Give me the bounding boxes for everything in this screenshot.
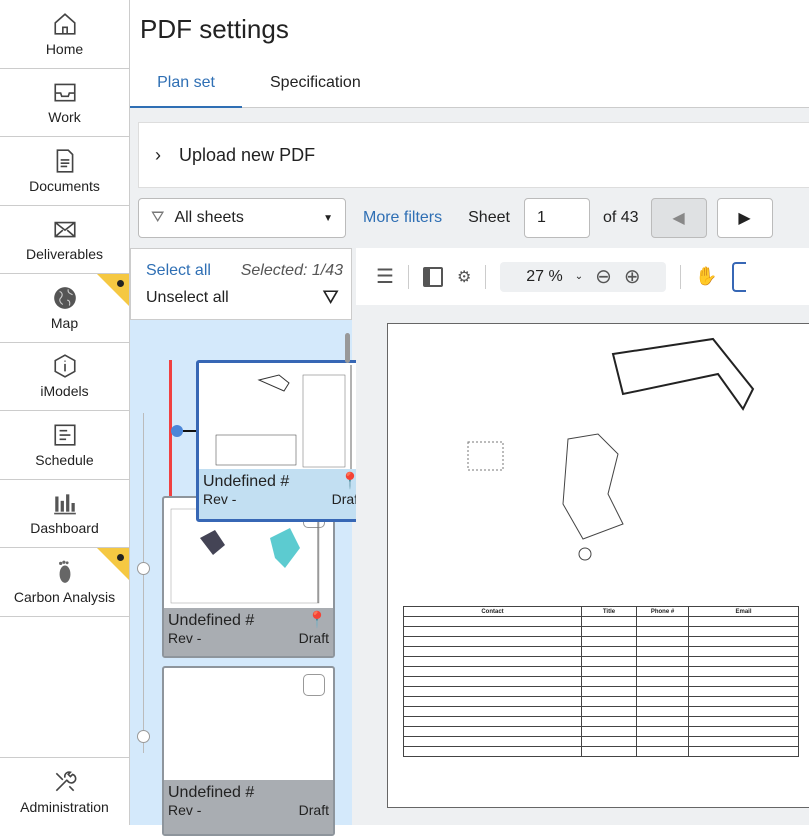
zoom-level[interactable]: 27 %: [526, 268, 562, 286]
list-scrollbar[interactable]: [345, 333, 350, 363]
chevron-right-icon: ›: [155, 144, 161, 165]
caret-down-icon: ▼: [323, 212, 333, 224]
tools-icon: [55, 770, 76, 791]
menu-icon[interactable]: ☰: [376, 264, 394, 289]
nav-label: Carbon Analysis: [13, 588, 116, 605]
pdf-viewer: ☰ ⚙ 27 % ⌄ ⊖ ⊕ ✋ Contact Title Phone # Email: [356, 248, 809, 825]
globe-icon: [53, 286, 76, 309]
schedule-icon: [53, 424, 76, 446]
zoom-out-icon[interactable]: ⊖: [595, 264, 612, 289]
timeline-line: [143, 413, 144, 753]
nav-map[interactable]: Map: [0, 274, 129, 343]
select-tool-icon[interactable]: [731, 261, 746, 292]
footprint-icon: [58, 560, 70, 583]
more-filters-link[interactable]: More filters: [363, 209, 442, 227]
card-meta: Undefined # 📍 Rev - Draft: [199, 469, 366, 519]
sheet-name: Undefined #: [203, 473, 290, 490]
table-header: Phone #: [636, 606, 689, 617]
nav-imodels[interactable]: iModels: [0, 343, 129, 411]
tab-plan-set[interactable]: Plan set: [130, 74, 242, 108]
pan-hand-icon[interactable]: ✋: [695, 266, 717, 287]
table-header: Email: [688, 606, 799, 617]
timeline-dot: [137, 562, 150, 575]
filter-icon: ⛛: [151, 209, 165, 226]
document-settings-icon[interactable]: ⚙: [457, 267, 471, 287]
sheet-thumbnail: [201, 365, 366, 471]
sheet-name: Undefined #: [168, 612, 255, 629]
nav-label: Map: [50, 314, 79, 331]
timeline-dot: [137, 730, 150, 743]
sheet-rev: Rev -: [203, 491, 237, 507]
nav-label: Administration: [20, 798, 109, 815]
envelope-icon: [53, 221, 76, 238]
inbox-icon: [53, 83, 76, 102]
sheet-rev: Rev -: [168, 630, 202, 646]
new-badge: [97, 548, 129, 580]
tab-specification[interactable]: Specification: [270, 74, 361, 108]
nav-documents[interactable]: Documents: [0, 137, 129, 206]
upload-label: Upload new PDF: [179, 144, 316, 165]
table-header: Title: [581, 606, 637, 617]
timeline-dot-active: [171, 425, 183, 437]
nav-label: iModels: [40, 383, 89, 400]
pdf-page: Contact Title Phone # Email: [387, 323, 809, 808]
select-value: All sheets: [174, 209, 244, 226]
nav-home[interactable]: Home: [0, 0, 129, 69]
sheet-number-input[interactable]: 1: [523, 198, 590, 238]
nav-schedule[interactable]: Schedule: [0, 411, 129, 480]
sheet-filter-select[interactable]: ⛛ All sheets ▼: [138, 198, 346, 238]
sheet-label: Sheet: [468, 209, 510, 226]
chevron-down-icon[interactable]: ⌄: [575, 271, 583, 282]
sheet-list-panel: Select all Selected: 1/43 Unselect all ⛛…: [130, 248, 369, 836]
nav-label: Dashboard: [30, 520, 99, 537]
nav-label: Home: [45, 40, 84, 57]
sheet-status: Draft: [298, 630, 329, 646]
home-icon: [53, 12, 76, 35]
document-icon: [56, 149, 73, 173]
nav-label: Documents: [29, 177, 100, 194]
sheet-card[interactable]: Undefined # Rev - Draft: [162, 666, 335, 836]
header: PDF settings Plan set Specification: [130, 0, 809, 108]
nav-deliverables[interactable]: Deliverables: [0, 206, 129, 274]
selection-header: Select all Selected: 1/43 Unselect all ⛛: [130, 248, 352, 320]
drawing-content: [467, 337, 755, 561]
sidebar-toggle-icon[interactable]: [422, 266, 443, 287]
zoom-in-icon[interactable]: ⊕: [624, 264, 641, 289]
sidebar: Home Work Documents Deliverables Map iMo…: [0, 0, 130, 825]
select-all-link[interactable]: Select all: [146, 262, 211, 280]
filter-row: ⛛ All sheets ▼ More filters Sheet 1 of 43 …: [138, 198, 809, 238]
page-title: PDF settings: [140, 14, 289, 44]
sheet-rev: Rev -: [168, 802, 202, 818]
sheet-total: of 43: [602, 209, 639, 226]
selected-count: Selected: 1/43: [240, 262, 343, 279]
table-header: Contact: [403, 606, 582, 617]
nav-dashboard[interactable]: Dashboard: [0, 480, 129, 548]
nav-label: Work: [48, 109, 81, 126]
card-meta: Undefined # Rev - Draft: [164, 780, 333, 834]
sheet-status: Draft: [298, 802, 329, 818]
bar-chart-icon: [53, 494, 76, 515]
location-pin-icon: 📍: [307, 612, 327, 629]
nav-label: Schedule: [35, 451, 94, 468]
main: PDF settings Plan set Specification › Upl…: [130, 0, 809, 836]
next-sheet-button[interactable]: ▶: [716, 198, 773, 238]
unselect-all-link[interactable]: Unselect all: [146, 289, 229, 307]
checkbox[interactable]: [303, 674, 325, 696]
viewer-toolbar: ☰ ⚙ 27 % ⌄ ⊖ ⊕ ✋: [356, 248, 809, 305]
sheet-card-selected[interactable]: Undefined # 📍 Rev - Draft: [196, 360, 369, 522]
sheet-name: Undefined #: [168, 784, 255, 801]
zoom-control: 27 % ⌄ ⊖ ⊕: [500, 261, 667, 292]
contact-table: Contact Title Phone # Email: [403, 606, 799, 757]
prev-sheet-button[interactable]: ◀: [650, 198, 707, 238]
nav-work[interactable]: Work: [0, 69, 129, 137]
sheet-thumbnail: [170, 508, 320, 604]
card-meta: Undefined # 📍 Rev - Draft: [164, 608, 333, 656]
imodel-icon: [53, 354, 76, 379]
nav-carbon-analysis[interactable]: Carbon Analysis: [0, 548, 129, 617]
upload-new-pdf[interactable]: › Upload new PDF: [138, 122, 809, 188]
new-badge: [97, 274, 129, 306]
filter-icon[interactable]: ⛛: [322, 287, 339, 310]
nav-administration[interactable]: Administration: [0, 757, 129, 825]
nav-label: Deliverables: [25, 246, 104, 263]
